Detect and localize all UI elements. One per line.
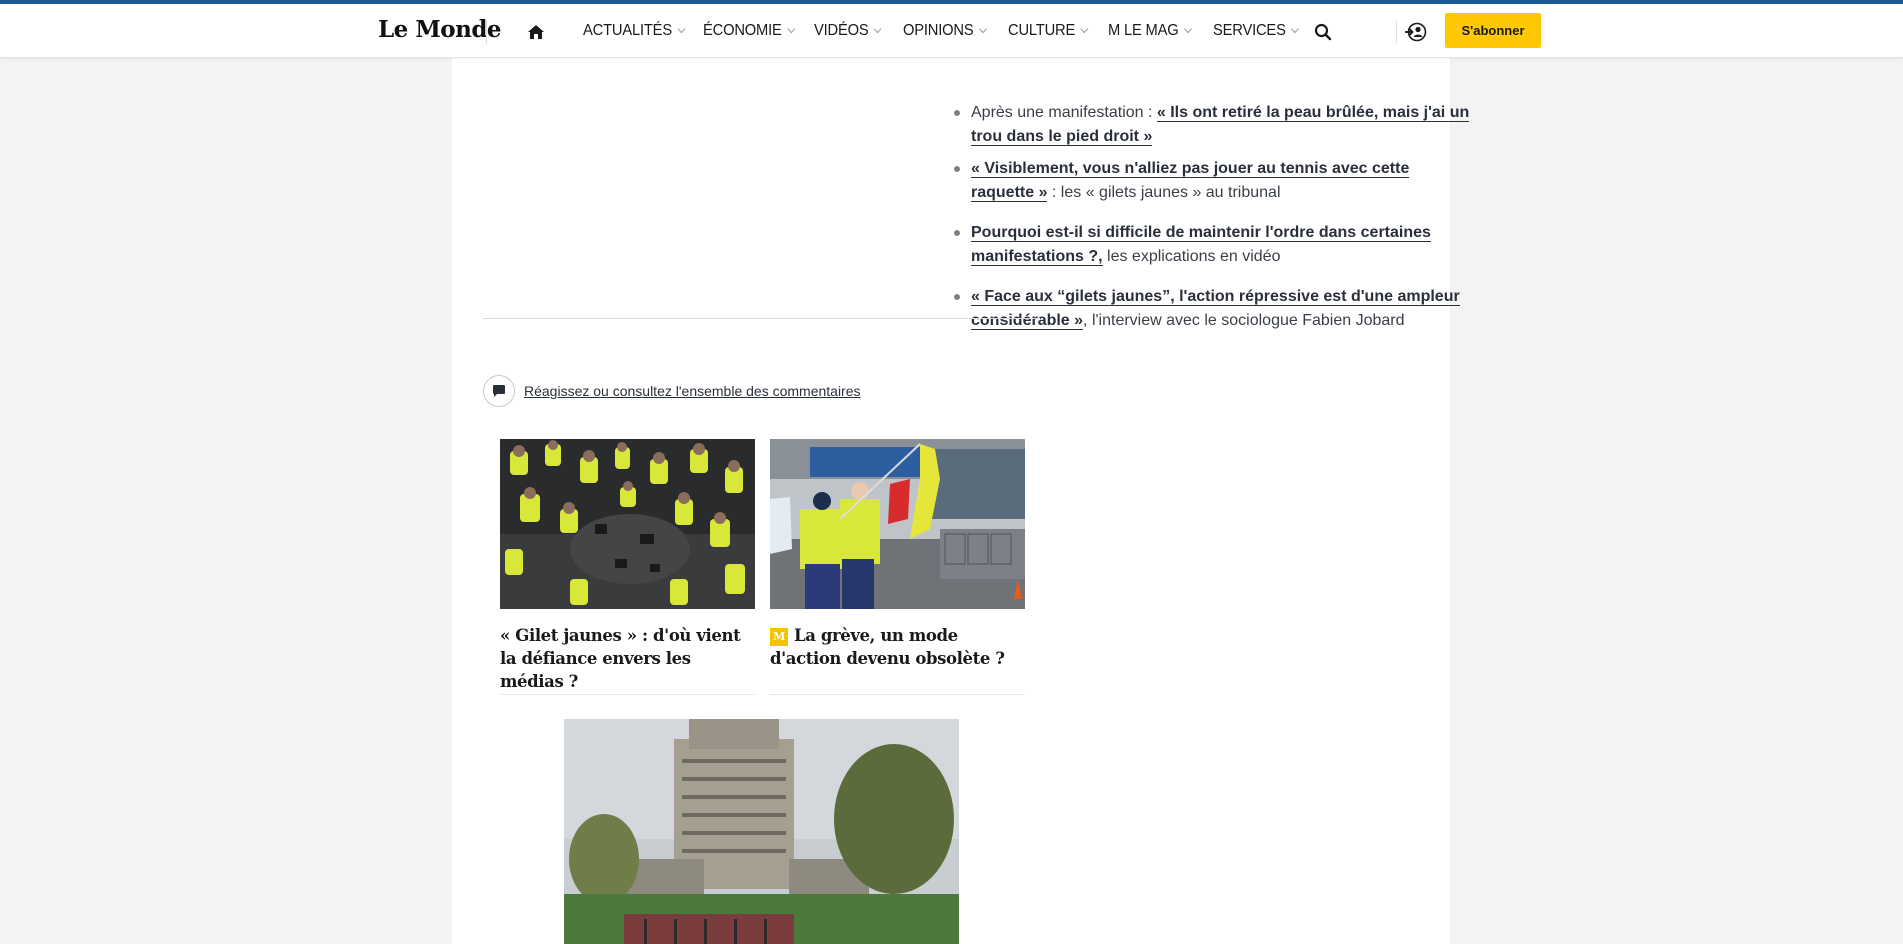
article-card[interactable]: « Gilet jaunes » : d'où vient la défianc… xyxy=(500,439,755,695)
article-card[interactable]: M La grève, un mode d'action devenu obsol… xyxy=(770,439,1025,695)
article-column: Après une manifestation : « Ils ont reti… xyxy=(452,57,1470,944)
article-card-title-text: La grève, un mode d'action devenu obsolè… xyxy=(770,626,1005,668)
search-icon[interactable] xyxy=(1313,22,1333,42)
list-item: Pourquoi est-il si difficile de mainteni… xyxy=(952,221,1472,269)
nav-label: VIDÉOS xyxy=(814,22,869,39)
card-divider xyxy=(770,694,1025,695)
related-suffix: les explications en vidéo xyxy=(1102,248,1281,265)
related-articles-list: Après une manifestation : « Ils ont reti… xyxy=(952,101,1472,349)
chevron-down-icon xyxy=(1080,24,1089,34)
nav-label: SERVICES xyxy=(1213,22,1286,39)
nav-videos[interactable]: VIDÉOS xyxy=(814,22,882,40)
nav-opinions[interactable]: OPINIONS xyxy=(903,22,987,40)
chevron-down-icon xyxy=(978,24,987,34)
article-card-title[interactable]: M La grève, un mode d'action devenu obsol… xyxy=(770,624,1025,670)
nav-actualites[interactable]: ACTUALITÉS xyxy=(583,22,686,40)
nav-label: OPINIONS xyxy=(903,22,974,39)
nav-label: ACTUALITÉS xyxy=(583,22,672,39)
list-item: « Visiblement, vous n'alliez pas jouer a… xyxy=(952,157,1472,205)
article-card-title[interactable]: « Gilet jaunes » : d'où vient la défianc… xyxy=(500,624,755,693)
nav-culture[interactable]: CULTURE xyxy=(1008,22,1089,40)
list-item: Après une manifestation : « Ils ont reti… xyxy=(952,101,1472,149)
article-image-strike-flags[interactable] xyxy=(770,439,1025,609)
related-suffix: , l'interview avec le sociologue Fabien … xyxy=(1083,312,1405,329)
user-login-icon[interactable] xyxy=(1404,20,1428,44)
subscribe-button[interactable]: S'abonner xyxy=(1445,13,1541,48)
le-monde-logo[interactable]: Le Monde xyxy=(378,16,502,43)
article-image-building[interactable] xyxy=(564,719,959,944)
chevron-down-icon xyxy=(1291,24,1299,34)
nav-m-le-mag[interactable]: M LE MAG xyxy=(1108,22,1192,40)
chevron-down-icon xyxy=(677,24,686,34)
nav-services[interactable]: SERVICES xyxy=(1213,22,1299,40)
header-divider xyxy=(1396,20,1397,44)
chevron-down-icon xyxy=(786,24,795,34)
chevron-down-icon xyxy=(1183,24,1192,34)
nav-label: CULTURE xyxy=(1008,22,1076,39)
article-image-gilets-jaunes-crowd[interactable] xyxy=(500,439,755,609)
site-header: Le Monde ACTUALITÉS ÉCONOMIE VIDÉOS OPIN… xyxy=(0,4,1903,58)
nav-economie[interactable]: ÉCONOMIE xyxy=(703,22,795,40)
comments-link[interactable]: Réagissez ou consultez l'ensemble des co… xyxy=(524,383,861,399)
card-divider xyxy=(500,694,755,695)
related-prefix: Après une manifestation : xyxy=(971,104,1157,121)
header-divider xyxy=(486,20,487,44)
home-icon[interactable] xyxy=(525,21,547,43)
chevron-down-icon xyxy=(873,24,882,34)
nav-label: M LE MAG xyxy=(1108,22,1179,39)
m-premium-badge-icon: M xyxy=(770,628,788,646)
comment-icon xyxy=(483,375,515,407)
section-divider xyxy=(483,318,1040,319)
related-suffix: : les « gilets jaunes » au tribunal xyxy=(1047,184,1281,201)
list-item: « Face aux “gilets jaunes”, l'action rép… xyxy=(952,285,1472,333)
nav-label: ÉCONOMIE xyxy=(703,22,782,39)
